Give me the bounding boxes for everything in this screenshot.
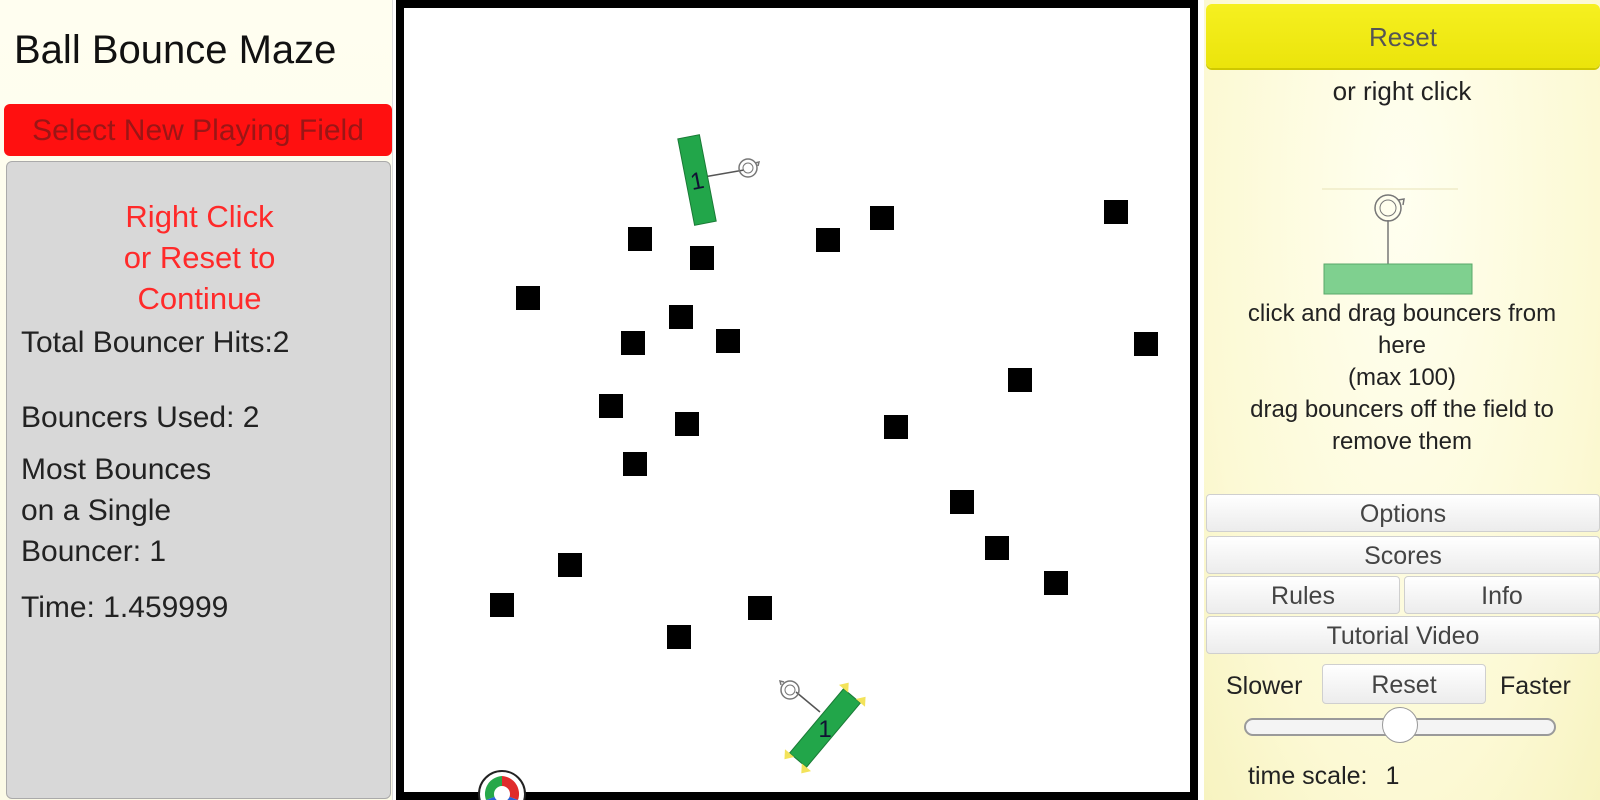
faster-label: Faster bbox=[1500, 672, 1571, 700]
time-scale-value: 1 bbox=[1385, 762, 1400, 790]
obstacle-block bbox=[516, 286, 540, 310]
obstacle-block bbox=[628, 227, 652, 251]
obstacle-block bbox=[690, 246, 714, 270]
playing-field[interactable]: 1 1 bbox=[396, 0, 1198, 800]
obstacle-block bbox=[669, 305, 693, 329]
game-title: Ball Bounce Maze bbox=[14, 28, 337, 72]
obstacle-block bbox=[950, 490, 974, 514]
reset-button[interactable]: Reset bbox=[1206, 4, 1600, 68]
stats-panel: Right Click or Reset to Continue Total B… bbox=[6, 161, 391, 799]
playing-field-canvas[interactable]: 1 1 bbox=[396, 0, 1198, 800]
elapsed-time: Time: 1.459999 bbox=[21, 587, 228, 628]
bouncer-template[interactable] bbox=[1323, 263, 1473, 295]
slower-label: Slower bbox=[1226, 672, 1303, 700]
tutorial-video-button[interactable]: Tutorial Video bbox=[1206, 616, 1600, 654]
bouncers-used-value: 2 bbox=[242, 401, 260, 434]
total-bouncer-hits-value: 2 bbox=[272, 326, 290, 359]
obstacle-block bbox=[1134, 332, 1158, 356]
left-panel: Ball Bounce Maze Select New Playing Fiel… bbox=[0, 0, 393, 800]
obstacle-block bbox=[816, 228, 840, 252]
field-border bbox=[396, 0, 1198, 800]
bouncer-source[interactable] bbox=[1322, 188, 1482, 298]
total-bouncer-hits: Total Bouncer Hits:2 bbox=[21, 322, 289, 363]
obstacle-block bbox=[667, 625, 691, 649]
most-bounces-label: Most Bounces on a Single Bouncer: bbox=[21, 453, 212, 568]
elapsed-time-value: 1.459999 bbox=[103, 591, 229, 624]
bouncers-used-label: Bouncers Used: bbox=[21, 401, 243, 434]
obstacle-block bbox=[490, 593, 514, 617]
elapsed-time-label: Time: bbox=[21, 591, 104, 624]
obstacle-block bbox=[558, 553, 582, 577]
obstacle-block bbox=[870, 206, 894, 230]
bouncer-label: 1 bbox=[818, 716, 831, 743]
options-button[interactable]: Options bbox=[1206, 494, 1600, 532]
right-panel: Reset or right click click and drag boun… bbox=[1204, 0, 1600, 800]
bouncer-instructions: click and drag bouncers from here (max 1… bbox=[1247, 300, 1557, 455]
scores-button[interactable]: Scores bbox=[1206, 536, 1600, 574]
right-click-hint: or right click bbox=[1332, 76, 1472, 106]
obstacle-block bbox=[985, 536, 1009, 560]
obstacle-block bbox=[1104, 200, 1128, 224]
obstacle-block bbox=[884, 415, 908, 439]
speed-reset-button[interactable]: Reset bbox=[1322, 664, 1486, 704]
continue-message: Right Click or Reset to Continue bbox=[123, 199, 276, 316]
bouncers-used: Bouncers Used: 2 bbox=[21, 397, 259, 438]
obstacle-block bbox=[1044, 571, 1068, 595]
select-playing-field-button[interactable]: Select New Playing Field bbox=[4, 104, 392, 156]
time-scale-label: time scale: bbox=[1248, 762, 1368, 790]
obstacle-block bbox=[1008, 368, 1032, 392]
time-scale-slider-thumb[interactable] bbox=[1382, 707, 1418, 743]
obstacle-block bbox=[621, 331, 645, 355]
rules-button[interactable]: Rules bbox=[1206, 576, 1400, 614]
obstacle-block bbox=[675, 412, 699, 436]
info-button[interactable]: Info bbox=[1404, 576, 1600, 614]
rotate-handle-icon bbox=[1374, 194, 1405, 222]
obstacle-block bbox=[623, 452, 647, 476]
most-bounces-value: 1 bbox=[149, 535, 167, 568]
most-bounces: Most Bounces on a Single Bouncer: 1 bbox=[21, 449, 211, 572]
obstacle-block bbox=[599, 394, 623, 418]
obstacle-block bbox=[716, 329, 740, 353]
game-page: Ball Bounce Maze Select New Playing Fiel… bbox=[0, 0, 1600, 800]
obstacle-block bbox=[748, 596, 772, 620]
app-logo-icon bbox=[478, 770, 526, 800]
time-scale-readout: time scale: 1 bbox=[1248, 762, 1399, 791]
total-bouncer-hits-label: Total Bouncer Hits: bbox=[21, 326, 273, 359]
